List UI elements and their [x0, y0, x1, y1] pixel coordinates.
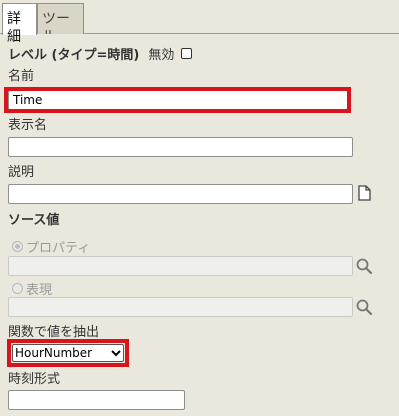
chevron-down-icon [109, 345, 123, 361]
expression-input [8, 297, 353, 317]
tab-details[interactable]: 詳細 [2, 3, 37, 45]
disabled-label: 無効 [148, 47, 175, 63]
source-title: ソース値 [8, 213, 60, 228]
display-name-input[interactable] [8, 137, 353, 157]
property-input [8, 256, 353, 276]
name-input[interactable] [8, 90, 348, 110]
name-label: 名前 [8, 69, 35, 84]
property-label: プロパティ [26, 241, 91, 256]
description-input[interactable] [8, 184, 353, 204]
document-icon[interactable] [355, 184, 373, 202]
extract-label: 関数で値を抽出 [8, 325, 100, 340]
time-format-input[interactable] [8, 390, 185, 410]
expression-radio-row[interactable]: 表現 [12, 279, 52, 298]
tab-tools[interactable]: ツール [37, 3, 84, 45]
disabled-checkbox[interactable] [181, 47, 193, 59]
level-header: レベル (タイプ=時間) 無効 [8, 44, 193, 63]
details-panel: レベル (タイプ=時間) 無効 名前 表示名 説明 ソース値 プロパティ 表現 … [0, 34, 399, 416]
description-label: 説明 [8, 165, 35, 180]
search-icon[interactable] [355, 298, 373, 316]
property-radio-row[interactable]: プロパティ [12, 237, 90, 256]
search-icon[interactable] [355, 257, 373, 275]
extract-function-select[interactable]: HourNumber [12, 344, 124, 362]
extract-selected-value: HourNumber [15, 346, 93, 360]
expression-label: 表現 [26, 283, 53, 298]
display-name-label: 表示名 [8, 118, 48, 133]
property-radio[interactable] [12, 241, 23, 252]
time-format-label: 時刻形式 [8, 372, 61, 387]
expression-radio[interactable] [12, 283, 23, 294]
tab-bar: 詳細 ツール [0, 0, 399, 45]
level-title: レベル (タイプ=時間) [8, 47, 140, 63]
